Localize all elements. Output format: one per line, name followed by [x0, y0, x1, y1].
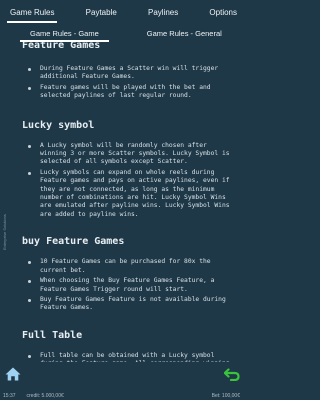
bullet-list: Full table can be obtained with a Lucky …	[0, 352, 246, 362]
home-button[interactable]	[5, 366, 21, 381]
bullet-list: During Feature Games a Scatter win will …	[0, 65, 246, 101]
bullet-item: When choosing the Buy Feature Games Feat…	[28, 277, 230, 294]
rules-content: Feature Games During Feature Games a Sca…	[0, 42, 246, 362]
bullet-item: Full table can be obtained with a Lucky …	[28, 352, 230, 362]
section-full-table: Full Table Full table can be obtained wi…	[0, 329, 246, 362]
tab-game-rules[interactable]: Game Rules	[6, 0, 58, 25]
bullet-list: A Lucky symbol will be randomly chosen a…	[0, 142, 246, 220]
rules-scroll-area[interactable]: Feature Games During Feature Games a Sca…	[0, 42, 246, 362]
bullet-item: Feature games will be played with the be…	[28, 84, 230, 101]
back-arrow-icon	[223, 368, 240, 382]
back-button[interactable]	[223, 366, 240, 382]
credit-text: credit: 5.000,00€	[26, 393, 64, 399]
sub-tab-bar: Game Rules - Game Game Rules - General	[0, 26, 246, 42]
top-tab-bar: Game Rules Paytable Paylines Options	[0, 0, 246, 25]
bullet-item: 10 Feature Games can be purchased for 80…	[28, 258, 230, 275]
home-icon	[5, 367, 21, 381]
subtab-game-rules-game[interactable]: Game Rules - Game	[20, 26, 109, 42]
section-feature-games: Feature Games During Feature Games a Sca…	[0, 42, 246, 101]
bullet-item: Buy Feature Games Feature is not availab…	[28, 296, 230, 313]
tab-options[interactable]: Options	[209, 0, 237, 25]
section-title: Full Table	[22, 329, 83, 341]
bullet-item: During Feature Games a Scatter win will …	[28, 65, 230, 82]
tab-paylines[interactable]: Paylines	[148, 0, 178, 25]
subtab-game-rules-general[interactable]: Game Rules - General	[147, 26, 222, 42]
bullet-list: 10 Feature Games can be purchased for 80…	[0, 258, 246, 312]
section-lucky-symbol: Lucky symbol A Lucky symbol will be rand…	[0, 119, 246, 220]
clock-text: 15:37	[3, 393, 16, 399]
section-title: Lucky symbol	[22, 119, 95, 131]
bet-text: Bet: 100,00€	[211, 393, 240, 399]
game-rules-page: Game Rules Paytable Paylines Options Gam…	[0, 0, 246, 400]
bullet-item: A Lucky symbol will be randomly chosen a…	[28, 141, 230, 166]
status-bar: 15:37 credit: 5.000,00€ Bet: 100,00€	[0, 392, 246, 400]
tab-paytable[interactable]: Paytable	[86, 0, 117, 25]
section-title: Feature Games	[22, 42, 101, 51]
bullet-item: Lucky symbols can expand on whole reels …	[28, 168, 230, 218]
section-title: buy Feature Games	[22, 236, 125, 248]
section-buy-feature-games: buy Feature Games 10 Feature Games can b…	[0, 235, 246, 312]
